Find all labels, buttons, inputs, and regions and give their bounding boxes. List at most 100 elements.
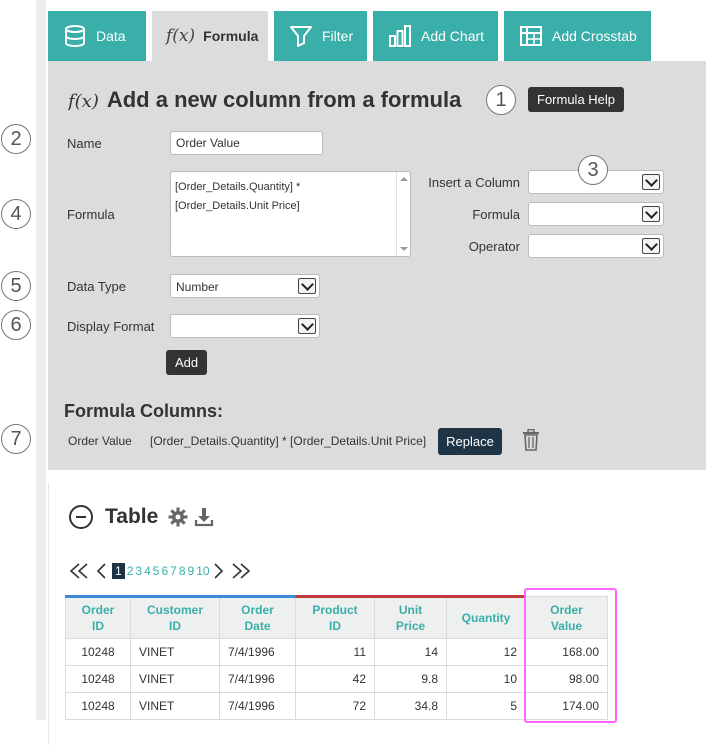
formula-textarea[interactable]: [Order_Details.Quantity] * [Order_Detail… <box>170 171 411 257</box>
page-9[interactable]: 9 <box>188 564 195 578</box>
tab-data[interactable]: Data <box>48 11 146 61</box>
page-6[interactable]: 6 <box>161 564 168 578</box>
next-page-icon[interactable] <box>213 563 225 579</box>
database-icon <box>62 23 88 49</box>
insert-formula-select[interactable] <box>528 202 664 226</box>
left-strip <box>36 0 46 720</box>
replace-button[interactable]: Replace <box>438 428 502 455</box>
tab-formula[interactable]: f(x) Formula <box>152 11 268 61</box>
table-section: Table 1 2 3 4 5 6 7 8 9 10 Order ID Cust… <box>48 483 720 745</box>
pager: 1 2 3 4 5 6 7 8 9 10 <box>69 563 251 579</box>
last-page-icon[interactable] <box>225 563 251 579</box>
chevron-down-icon <box>642 206 660 222</box>
name-label: Name <box>67 136 102 151</box>
cell: 14 <box>374 638 447 666</box>
operator-select[interactable] <box>528 234 664 258</box>
cell: 98.00 <box>525 665 608 693</box>
formula-column-expression: [Order_Details.Quantity] * [Order_Detail… <box>150 434 427 448</box>
formula-line-1: [Order_Details.Quantity] * <box>175 181 301 193</box>
trash-icon[interactable] <box>522 429 540 451</box>
cell: 10248 <box>65 665 131 693</box>
col-customer-id[interactable]: Customer ID <box>130 595 220 639</box>
chevron-down-icon <box>298 278 316 294</box>
insert-column-label: Insert a Column <box>428 175 520 190</box>
display-format-select[interactable] <box>170 314 320 338</box>
cell: 174.00 <box>525 692 608 720</box>
chevron-down-icon <box>642 238 660 254</box>
col-quantity[interactable]: Quantity <box>446 595 526 639</box>
formula-line-2: [Order_Details.Unit Price] <box>175 200 300 212</box>
formula-label: Formula <box>67 207 115 222</box>
col-order-value[interactable]: Order Value <box>525 596 608 639</box>
gear-icon[interactable] <box>168 507 188 527</box>
tab-add-chart[interactable]: Add Chart <box>373 11 498 61</box>
table-title: Table <box>105 505 159 528</box>
page-8[interactable]: 8 <box>179 564 186 578</box>
page-3[interactable]: 3 <box>135 564 142 578</box>
cell: 42 <box>295 665 375 693</box>
page-2[interactable]: 2 <box>127 564 134 578</box>
formula-column-name: Order Value <box>68 434 132 448</box>
filter-icon <box>288 23 314 49</box>
page-7[interactable]: 7 <box>170 564 177 578</box>
download-icon[interactable] <box>194 507 214 527</box>
col-product-id[interactable]: Product ID <box>295 595 375 639</box>
cell: 9.8 <box>374 665 447 693</box>
name-input[interactable]: Order Value <box>170 131 323 155</box>
col-unit-price[interactable]: Unit Price <box>374 595 447 639</box>
page-4[interactable]: 4 <box>144 564 151 578</box>
formula-help-button[interactable]: Formula Help <box>528 87 625 112</box>
page-1[interactable]: 1 <box>112 563 125 579</box>
prev-page-icon[interactable] <box>95 563 107 579</box>
data-type-label: Data Type <box>67 279 127 294</box>
first-page-icon[interactable] <box>69 563 95 579</box>
cell: 10 <box>446 665 526 693</box>
cell: 7/4/1996 <box>219 692 296 720</box>
table-header: Table <box>69 505 214 529</box>
page-5[interactable]: 5 <box>153 564 160 578</box>
add-button[interactable]: Add <box>166 350 208 375</box>
cell: 7/4/1996 <box>219 665 296 693</box>
callout-5: 5 <box>1 271 31 301</box>
tab-bar: Data f(x) Formula Filter Add Chart Add C… <box>48 11 668 61</box>
cell: 10248 <box>65 638 131 666</box>
cell: 5 <box>446 692 526 720</box>
crosstab-icon <box>518 23 544 49</box>
data-table: Order ID Customer ID Order Date Product ID U… <box>65 595 608 720</box>
col-order-id[interactable]: Order ID <box>65 595 131 639</box>
table-row: 10248 VINET 7/4/1996 72 34.8 5 174.00 <box>65 692 608 720</box>
table-row: 10248 VINET 7/4/1996 11 14 12 168.00 <box>65 638 608 666</box>
col-order-date[interactable]: Order Date <box>219 595 296 639</box>
formula-columns-title: Formula Columns: <box>64 401 224 421</box>
page-10[interactable]: 10 <box>196 564 209 578</box>
table-header-row: Order ID Customer ID Order Date Product ID U… <box>65 595 608 639</box>
bar-chart-icon <box>387 23 413 49</box>
insert-formula-label: Formula <box>472 207 520 222</box>
cell: VINET <box>130 665 220 693</box>
cell: VINET <box>130 638 220 666</box>
callout-4: 4 <box>1 199 31 229</box>
formula-columns-section: Formula Columns: Order Value [Order_Deta… <box>48 391 706 470</box>
tab-filter[interactable]: Filter <box>274 11 367 61</box>
callout-7: 7 <box>1 424 31 454</box>
formula-panel: f(x) Add a new column from a formula Form… <box>48 61 706 470</box>
cell: 72 <box>295 692 375 720</box>
panel-title: f(x) Add a new column from a formula <box>68 87 462 112</box>
collapse-icon[interactable] <box>69 505 93 529</box>
cell: VINET <box>130 692 220 720</box>
data-type-select[interactable]: Number <box>170 274 320 298</box>
cell: 11 <box>295 638 375 666</box>
tab-add-crosstab[interactable]: Add Crosstab <box>504 11 651 61</box>
callout-3: 3 <box>578 155 608 185</box>
callout-1: 1 <box>486 85 516 115</box>
callout-6: 6 <box>1 310 31 340</box>
fx-icon: f(x) <box>68 91 99 112</box>
fx-icon: f(x) <box>166 26 196 46</box>
chevron-down-icon <box>298 318 316 334</box>
callout-2: 2 <box>1 124 31 154</box>
table-row: 10248 VINET 7/4/1996 42 9.8 10 98.00 <box>65 665 608 693</box>
cell: 34.8 <box>374 692 447 720</box>
cell: 12 <box>446 638 526 666</box>
display-format-label: Display Format <box>67 319 155 334</box>
chevron-down-icon <box>642 174 660 190</box>
